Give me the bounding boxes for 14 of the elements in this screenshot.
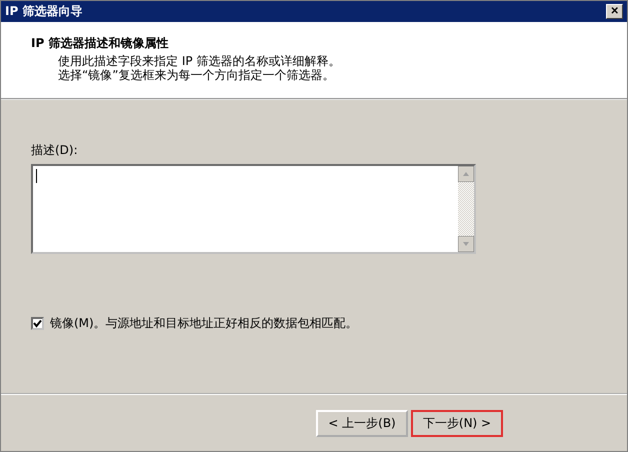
wizard-button[interactable]: 下一步(N) > (411, 410, 503, 436)
checkbox-label: 镜像(M)。与源地址和目标地址正好相反的数据包相匹配。 (50, 315, 358, 332)
description-text: 选择“镜像”复选框来为每一个方向指定一个筛选器。 (57, 68, 336, 82)
wizard-button[interactable]: < 上一步(B) (316, 410, 408, 436)
field-label: 描述(D): (31, 142, 79, 159)
description-field[interactable] (31, 164, 476, 254)
description-text: 使用此描述字段来指定 IP 筛选器的名称或详细解释。 (57, 54, 342, 68)
scrollbar[interactable] (458, 166, 474, 252)
scroll-down-button[interactable] (458, 236, 474, 252)
window-title: IP 筛选器向导 (5, 3, 82, 20)
close-button[interactable]: ✕ (606, 4, 623, 19)
scroll-up-button[interactable] (458, 166, 474, 182)
mirror-checkbox[interactable] (31, 317, 44, 330)
page-heading: IP 筛选器描述和镜像属性 (31, 35, 170, 52)
